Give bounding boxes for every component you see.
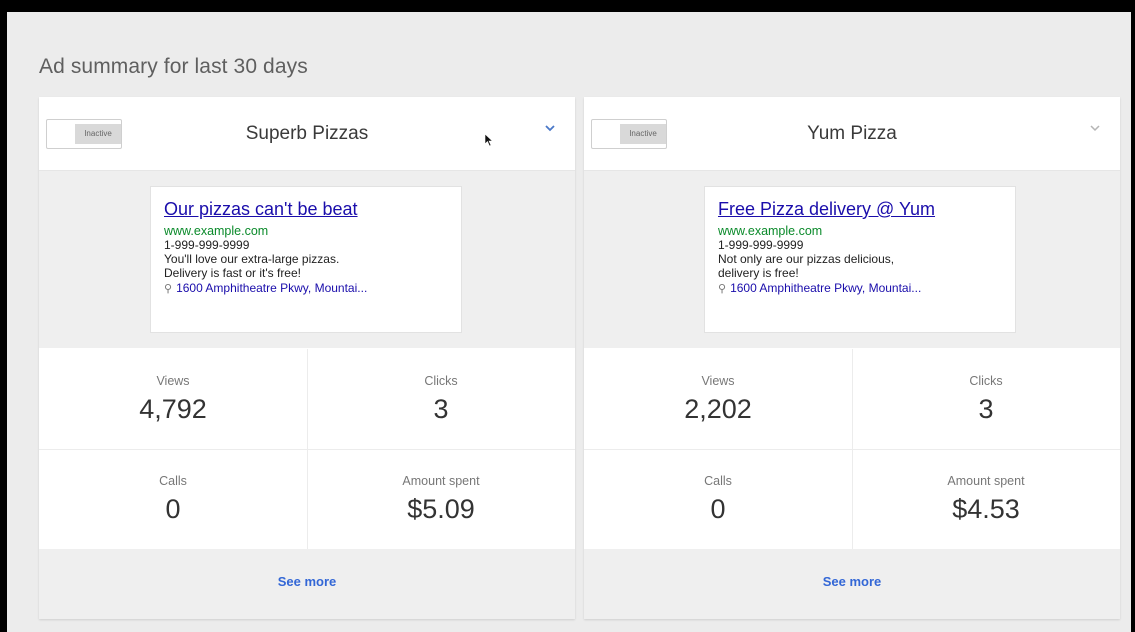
ad-preview: Our pizzas can't be beat www.example.com… [150,186,462,333]
stat-value: 4,792 [139,394,207,424]
stat-label: Amount spent [947,474,1025,488]
stat-views: Views 2,202 [584,349,853,450]
ad-description-line-2: delivery is free! [718,266,799,280]
stat-value: $4.53 [952,494,1020,524]
stat-label: Calls [704,474,732,488]
ad-location-text: 1600 Amphitheatre Pkwy, Mountai... [176,281,368,295]
ad-headline-link[interactable]: Our pizzas can't be beat [164,199,447,220]
stat-value: 0 [710,494,726,524]
stat-amount-spent: Amount spent $4.53 [852,449,1120,549]
stat-value: $5.09 [407,494,475,524]
stats-grid: Views 2,202 Clicks 3 Calls 0 Amount spen… [584,349,1120,549]
stat-value: 3 [433,394,449,424]
toggle-label: Inactive [75,124,121,144]
chevron-down-icon[interactable] [1088,121,1102,135]
stat-label: Amount spent [402,474,480,488]
see-more-link[interactable]: See more [278,574,337,589]
stats-grid: Views 4,792 Clicks 3 Calls 0 Amount spen… [39,349,575,549]
ad-preview-area: Our pizzas can't be beat www.example.com… [39,171,575,348]
ad-description-line-1: You'll love our extra-large pizzas. [164,252,340,266]
status-toggle[interactable]: Inactive [46,119,122,149]
ad-card: Superb Pizzas Inactive Our pizzas can't … [39,97,575,619]
ad-phone: 1-999-999-9999 [164,238,250,252]
stat-label: Views [156,374,190,388]
stat-calls: Calls 0 [584,449,853,549]
stat-clicks: Clicks 3 [852,349,1120,450]
status-toggle[interactable]: Inactive [591,119,667,149]
stat-label: Clicks [424,374,458,388]
ad-description-line-2: Delivery is fast or it's free! [164,266,301,280]
stat-clicks: Clicks 3 [307,349,575,450]
map-pin-icon: ⚲ [718,283,727,295]
screen-frame: Ad summary for last 30 days Superb Pizza… [0,0,1135,632]
ad-preview: Free Pizza delivery @ Yum www.example.co… [704,186,1016,333]
ad-phone: 1-999-999-9999 [718,238,804,252]
stat-label: Views [701,374,735,388]
ad-preview-area: Free Pizza delivery @ Yum www.example.co… [584,171,1120,348]
ad-summary-panel: Ad summary for last 30 days Superb Pizza… [7,12,1131,632]
ad-location-text: 1600 Amphitheatre Pkwy, Mountai... [730,281,922,295]
stat-amount-spent: Amount spent $5.09 [307,449,575,549]
card-header: Yum Pizza Inactive [584,97,1120,171]
ad-description-line-1: Not only are our pizzas delicious, [718,252,895,266]
ad-url: www.example.com [164,224,269,238]
ad-headline-link[interactable]: Free Pizza delivery @ Yum [718,199,1001,220]
ad-card: Yum Pizza Inactive Free Pizza delivery @… [584,97,1120,619]
chevron-down-icon[interactable] [543,121,557,135]
ad-location[interactable]: ⚲ 1600 Amphitheatre Pkwy, Mountai... [164,280,447,297]
stat-views: Views 4,792 [39,349,308,450]
stat-value: 0 [165,494,181,524]
stat-value: 2,202 [684,394,752,424]
stat-label: Calls [159,474,187,488]
toggle-label: Inactive [620,124,666,144]
stat-label: Clicks [969,374,1003,388]
stat-calls: Calls 0 [39,449,308,549]
page-title: Ad summary for last 30 days [39,55,308,78]
map-pin-icon: ⚲ [164,283,173,295]
card-header: Superb Pizzas Inactive [39,97,575,171]
ad-location[interactable]: ⚲ 1600 Amphitheatre Pkwy, Mountai... [718,280,1001,297]
stat-value: 3 [978,394,994,424]
see-more-link[interactable]: See more [823,574,882,589]
ad-url: www.example.com [718,224,823,238]
mouse-cursor-icon [484,133,494,147]
card-footer: See more [39,549,575,619]
card-footer: See more [584,549,1120,619]
